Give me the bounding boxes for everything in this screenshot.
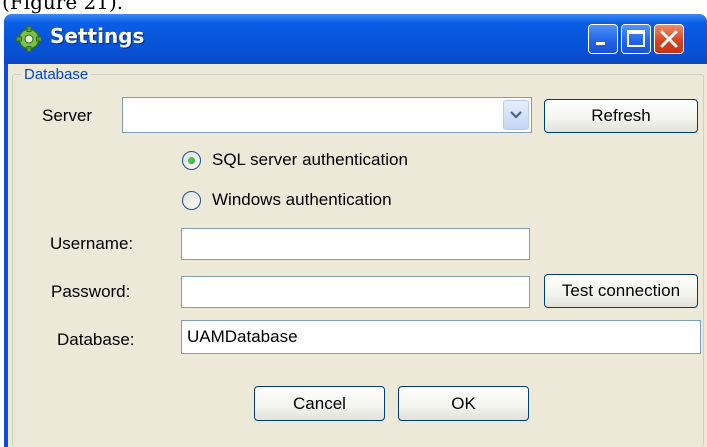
ok-button[interactable]: OK: [398, 386, 529, 421]
windows-auth-radio[interactable]: [182, 191, 201, 210]
document-caption: (Figure 21).: [0, 0, 400, 14]
groupbox-label: Database: [21, 66, 92, 83]
password-field[interactable]: [181, 276, 530, 308]
minimize-icon: [596, 42, 605, 45]
close-icon: [660, 30, 678, 48]
dialog-body: Database Server Refresh SQL server authe…: [8, 64, 707, 447]
maximize-button[interactable]: [621, 24, 651, 54]
database-field[interactable]: UAMDatabase: [181, 320, 701, 354]
caption-text: (Figure 21).: [2, 0, 124, 14]
database-label: Database:: [57, 330, 135, 349]
app-gear-icon: [16, 26, 42, 52]
test-connection-button[interactable]: Test connection: [544, 274, 698, 308]
close-button[interactable]: [654, 24, 684, 54]
settings-window: Settings Database Server Refresh SQL ser…: [4, 14, 707, 447]
server-combobox[interactable]: [122, 97, 532, 133]
cancel-button[interactable]: Cancel: [254, 386, 385, 421]
username-label: Username:: [50, 234, 134, 253]
title-bar[interactable]: Settings: [4, 14, 707, 64]
server-dropdown-button[interactable]: [503, 100, 529, 130]
sql-auth-label[interactable]: SQL server authentication: [212, 150, 408, 170]
username-field[interactable]: [181, 228, 530, 260]
minimize-button[interactable]: [588, 24, 618, 54]
chevron-down-icon: [510, 111, 522, 119]
window-title: Settings: [50, 24, 145, 48]
server-label: Server: [42, 106, 93, 125]
password-label: Password:: [51, 282, 131, 301]
maximize-icon: [627, 30, 645, 47]
radio-selected-dot: [188, 157, 195, 164]
windows-auth-label[interactable]: Windows authentication: [212, 190, 392, 210]
sql-auth-radio[interactable]: [182, 151, 201, 170]
refresh-button[interactable]: Refresh: [544, 99, 698, 133]
